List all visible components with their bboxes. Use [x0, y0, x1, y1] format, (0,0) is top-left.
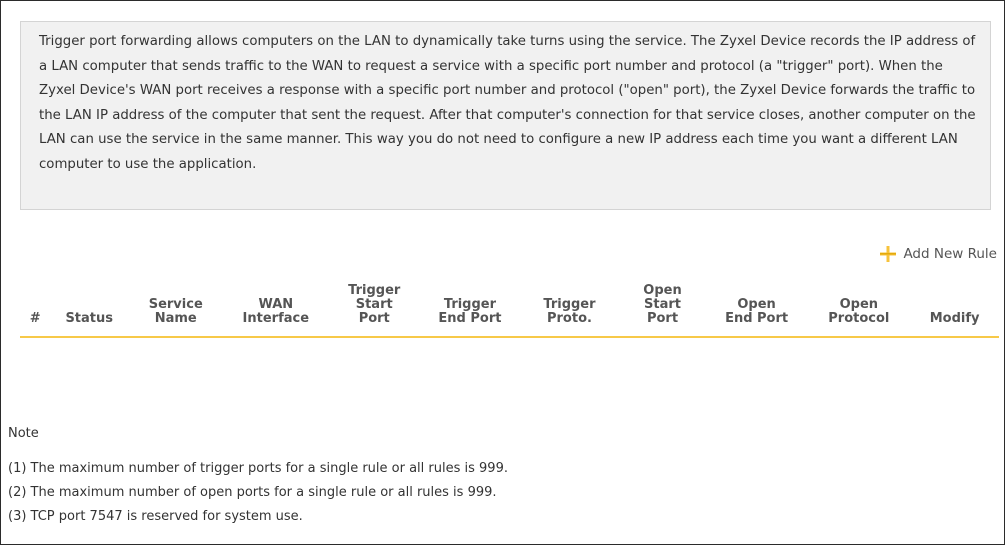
column-header-index: #: [20, 268, 51, 338]
description-text: Trigger port forwarding allows computers…: [39, 34, 976, 172]
column-header-trigger-proto: Trigger Proto.: [519, 268, 620, 338]
add-new-rule-label: Add New Rule: [903, 246, 997, 262]
note-section: Note (1) The maximum number of trigger p…: [8, 425, 988, 529]
column-header-open-end-port: Open End Port: [705, 268, 808, 338]
add-new-rule-button[interactable]: Add New Rule: [879, 245, 997, 263]
column-header-service-name: Service Name: [128, 268, 224, 338]
note-line-3: (3) TCP port 7547 is reserved for system…: [8, 509, 303, 524]
trigger-port-table: # Status Service Name WAN Interface Trig…: [20, 268, 999, 338]
note-title: Note: [8, 426, 39, 441]
plus-icon: [879, 245, 897, 263]
column-header-modify: Modify: [910, 268, 999, 338]
column-header-trigger-end-port: Trigger End Port: [420, 268, 520, 338]
column-header-open-protocol: Open Protocol: [807, 268, 911, 338]
column-header-trigger-start-port: Trigger Start Port: [328, 268, 421, 338]
column-header-status: Status: [50, 268, 129, 338]
note-line-2: (2) The maximum number of open ports for…: [8, 485, 497, 500]
table-header-row: # Status Service Name WAN Interface Trig…: [20, 268, 999, 338]
note-line-1: (1) The maximum number of trigger ports …: [8, 461, 508, 476]
column-header-wan-interface: WAN Interface: [223, 268, 329, 338]
description-box: Trigger port forwarding allows computers…: [20, 21, 991, 210]
column-header-open-start-port: Open Start Port: [619, 268, 706, 338]
